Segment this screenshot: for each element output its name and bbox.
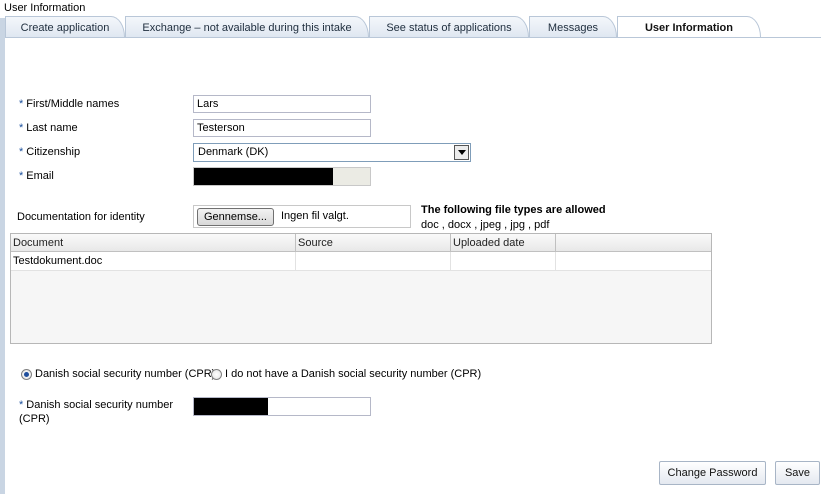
change-password-button[interactable]: Change Password xyxy=(659,461,766,485)
cpr-no-label[interactable]: I do not have a Danish social security n… xyxy=(225,368,481,380)
required-marker: * xyxy=(19,98,24,110)
documentation-label: Documentation for identity xyxy=(17,211,145,223)
tab-create-application[interactable]: Create application xyxy=(5,16,125,37)
table-cell-uploaded-date xyxy=(451,252,556,271)
browse-button[interactable]: Gennemse... xyxy=(197,208,274,226)
column-header-blank xyxy=(556,234,711,252)
column-header-source[interactable]: Source xyxy=(296,234,451,252)
last-name-input[interactable] xyxy=(193,119,371,137)
cpr-no-radio[interactable] xyxy=(211,369,222,380)
citizenship-label-text: Citizenship xyxy=(26,146,81,158)
email-label-text: Email xyxy=(26,170,54,182)
allowed-types-title: The following file types are allowed xyxy=(421,204,606,216)
tab-messages[interactable]: Messages xyxy=(529,16,617,37)
tab-label: Exchange – not available during this int… xyxy=(142,22,352,34)
citizenship-label: * Citizenship xyxy=(19,146,80,158)
table-cell-blank xyxy=(556,252,711,271)
required-marker: * xyxy=(19,122,24,134)
tab-label: User Information xyxy=(644,22,733,34)
cpr-number-label: * Danish social security number (CPR) xyxy=(19,398,173,426)
cpr-label-line2: (CPR) xyxy=(19,413,50,425)
cpr-yes-label[interactable]: Danish social security number (CPR) xyxy=(35,368,215,380)
cpr-label-line1: Danish social security number xyxy=(26,399,174,411)
first-names-label-text: First/Middle names xyxy=(26,98,120,110)
column-header-uploaded-date[interactable]: Uploaded date xyxy=(451,234,556,252)
tab-label: Messages xyxy=(547,22,599,34)
chevron-down-icon[interactable] xyxy=(454,145,469,160)
left-edge-strip xyxy=(0,18,5,494)
email-label: * Email xyxy=(19,170,54,182)
documents-table: Document Source Uploaded date Testdokume… xyxy=(10,233,712,344)
citizenship-selected-value: Denmark (DK) xyxy=(198,146,269,158)
allowed-types-list: doc , docx , jpeg , jpg , pdf xyxy=(421,219,550,231)
table-cell-document[interactable]: Testdokument.doc xyxy=(11,252,296,271)
tab-label: Create application xyxy=(20,22,110,34)
cpr-redaction xyxy=(194,398,268,415)
last-name-label-text: Last name xyxy=(26,122,78,134)
cpr-yes-radio[interactable] xyxy=(21,369,32,380)
required-marker: * xyxy=(19,170,24,182)
tab-bar: Create application Exchange – not availa… xyxy=(5,16,821,38)
no-file-text: Ingen fil valgt. xyxy=(281,210,349,222)
email-field xyxy=(193,167,371,186)
tab-exchange[interactable]: Exchange – not available during this int… xyxy=(125,16,369,37)
save-button[interactable]: Save xyxy=(775,461,820,485)
tab-see-status[interactable]: See status of applications xyxy=(369,16,529,37)
tab-user-information[interactable]: User Information xyxy=(617,16,761,38)
required-marker: * xyxy=(19,399,24,411)
last-name-label: * Last name xyxy=(19,122,78,134)
file-upload-field: Gennemse... Ingen fil valgt. xyxy=(193,205,411,228)
cpr-number-input[interactable] xyxy=(193,397,371,416)
page-title: User Information xyxy=(4,2,86,14)
citizenship-select[interactable]: Denmark (DK) xyxy=(193,143,471,162)
first-names-input[interactable] xyxy=(193,95,371,113)
tab-label: See status of applications xyxy=(386,22,512,34)
email-redaction xyxy=(194,168,333,185)
first-names-label: * First/Middle names xyxy=(19,98,119,110)
column-header-document[interactable]: Document xyxy=(11,234,296,252)
required-marker: * xyxy=(19,146,24,158)
table-cell-source xyxy=(296,252,451,271)
tab-bar-divider xyxy=(5,37,821,38)
